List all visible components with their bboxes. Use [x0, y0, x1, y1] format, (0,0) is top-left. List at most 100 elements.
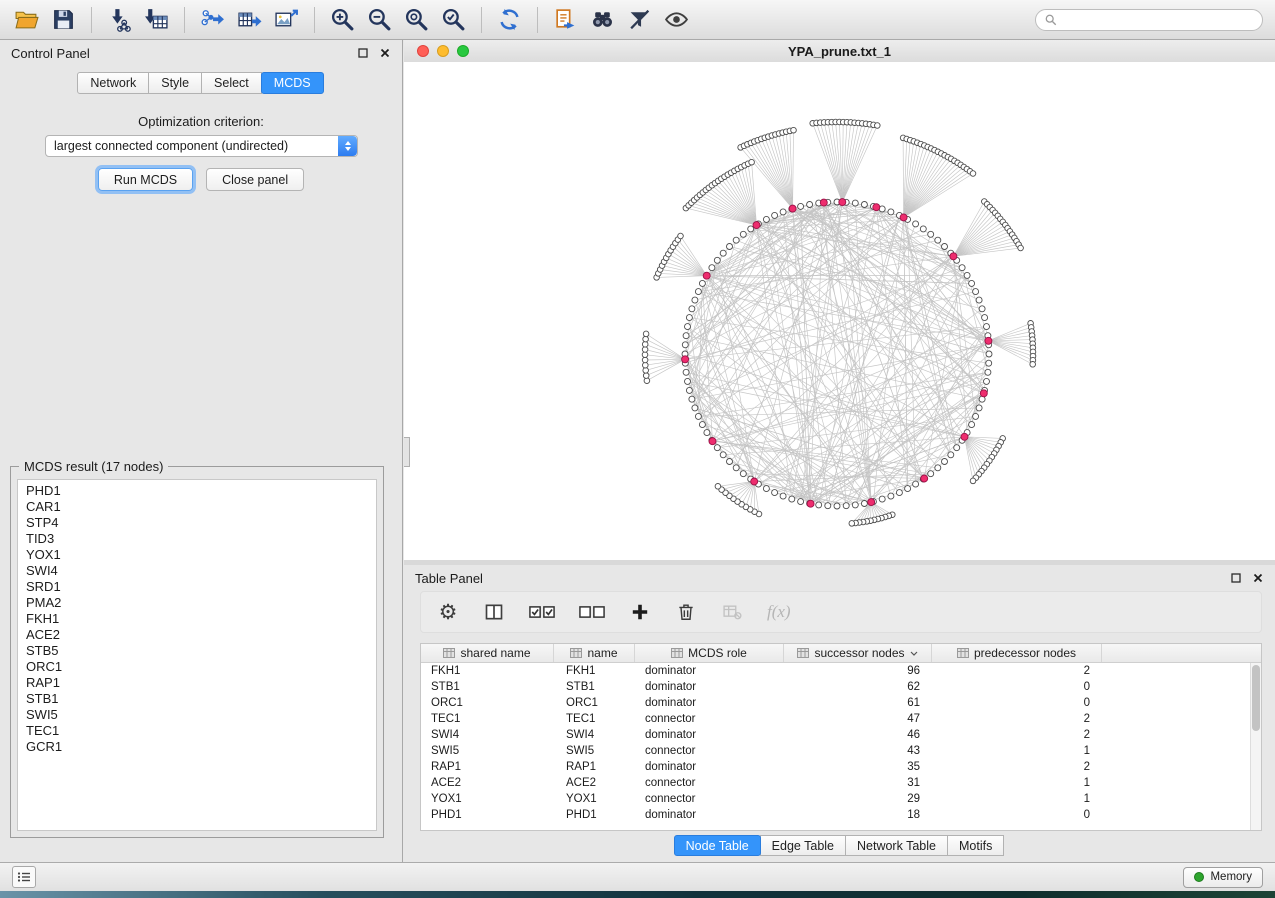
- network-node[interactable]: [643, 336, 649, 342]
- mcds-result-item[interactable]: SRD1: [18, 579, 376, 595]
- float-panel-icon[interactable]: [357, 47, 369, 59]
- criterion-dropdown[interactable]: largest connected component (undirected): [45, 135, 358, 157]
- network-node[interactable]: [643, 373, 649, 379]
- network-node[interactable]: [970, 171, 976, 177]
- table-tab-motifs[interactable]: Motifs: [947, 835, 1004, 856]
- mcds-result-item[interactable]: STB1: [18, 691, 376, 707]
- toolbar-toggle-details-button[interactable]: [621, 4, 658, 36]
- network-node[interactable]: [763, 216, 769, 222]
- dominator-node[interactable]: [751, 478, 758, 485]
- mcds-result-list[interactable]: PHD1CAR1STP4TID3YOX1SWI4SRD1PMA2FKH1ACE2…: [17, 479, 377, 831]
- network-node[interactable]: [913, 221, 919, 227]
- table-row[interactable]: SWI4SWI4dominator462: [421, 727, 1261, 743]
- mcds-result-item[interactable]: ACE2: [18, 627, 376, 643]
- network-node[interactable]: [685, 378, 691, 384]
- toolbar-zoom-in-button[interactable]: [324, 4, 361, 36]
- network-node[interactable]: [913, 481, 919, 487]
- network-node[interactable]: [973, 413, 979, 419]
- table-scrollbar[interactable]: [1250, 663, 1261, 830]
- network-node[interactable]: [695, 289, 701, 295]
- network-node[interactable]: [982, 315, 988, 321]
- network-node[interactable]: [935, 465, 941, 471]
- network-node[interactable]: [969, 422, 975, 428]
- network-node[interactable]: [772, 212, 778, 218]
- network-node[interactable]: [686, 315, 692, 321]
- network-node[interactable]: [780, 209, 786, 215]
- close-panel-icon[interactable]: [379, 47, 391, 59]
- table-row[interactable]: STB1STB1dominator620: [421, 679, 1261, 695]
- network-node[interactable]: [642, 357, 648, 363]
- table-row[interactable]: RAP1RAP1dominator352: [421, 759, 1261, 775]
- toolbar-binoculars-button[interactable]: [584, 4, 621, 36]
- search-input[interactable]: [1063, 12, 1253, 28]
- column-header-successor-nodes[interactable]: successor nodes: [784, 644, 932, 662]
- network-node[interactable]: [964, 272, 970, 278]
- table-row[interactable]: TEC1TEC1connector472: [421, 711, 1261, 727]
- zoom-window-button[interactable]: [457, 45, 469, 57]
- dominator-node[interactable]: [789, 205, 796, 212]
- network-node[interactable]: [984, 378, 990, 384]
- dominator-node[interactable]: [980, 390, 987, 397]
- scrollbar-thumb[interactable]: [1252, 665, 1260, 731]
- table-tab-node-table[interactable]: Node Table: [674, 835, 761, 856]
- network-node[interactable]: [704, 430, 710, 436]
- network-canvas[interactable]: [404, 62, 1275, 560]
- network-node[interactable]: [692, 405, 698, 411]
- network-node[interactable]: [748, 226, 754, 232]
- network-node[interactable]: [780, 493, 786, 499]
- network-node[interactable]: [928, 471, 934, 477]
- mcds-result-item[interactable]: CAR1: [18, 499, 376, 515]
- dominator-node[interactable]: [921, 475, 928, 482]
- table-row[interactable]: ACE2ACE2connector311: [421, 775, 1261, 791]
- dominator-node[interactable]: [961, 433, 968, 440]
- column-header-name[interactable]: name: [554, 644, 635, 662]
- table-row[interactable]: YOX1YOX1connector291: [421, 791, 1261, 807]
- network-node[interactable]: [720, 250, 726, 256]
- network-node[interactable]: [984, 324, 990, 330]
- column-header-predecessor-nodes[interactable]: predecessor nodes: [932, 644, 1102, 662]
- network-node[interactable]: [772, 490, 778, 496]
- dominator-node[interactable]: [753, 222, 760, 229]
- tab-network[interactable]: Network: [77, 72, 149, 94]
- network-node[interactable]: [834, 503, 840, 509]
- toolbar-zoom-fit-button[interactable]: [398, 4, 435, 36]
- network-node[interactable]: [985, 369, 991, 375]
- network-node[interactable]: [643, 368, 649, 374]
- network-node[interactable]: [986, 351, 992, 357]
- table-deselect-all-button[interactable]: [579, 600, 605, 624]
- network-node[interactable]: [1018, 245, 1024, 251]
- mcds-result-item[interactable]: SWI4: [18, 563, 376, 579]
- network-svg[interactable]: [404, 62, 1275, 560]
- network-node[interactable]: [973, 289, 979, 295]
- network-node[interactable]: [727, 459, 733, 465]
- dominator-node[interactable]: [703, 272, 710, 279]
- mcds-result-item[interactable]: SWI5: [18, 707, 376, 723]
- toolbar-eye-button[interactable]: [658, 4, 695, 36]
- close-table-panel-icon[interactable]: [1252, 572, 1264, 584]
- dominator-node[interactable]: [868, 499, 875, 506]
- network-node[interactable]: [791, 127, 797, 133]
- network-node[interactable]: [905, 486, 911, 492]
- network-node[interactable]: [740, 471, 746, 477]
- toolbar-zoom-selected-button[interactable]: [435, 4, 472, 36]
- network-node[interactable]: [942, 459, 948, 465]
- table-row[interactable]: PHD1PHD1dominator180: [421, 807, 1261, 823]
- network-node[interactable]: [959, 265, 965, 271]
- network-node[interactable]: [979, 306, 985, 312]
- network-node[interactable]: [682, 342, 688, 348]
- toolbar-import-table-button[interactable]: [138, 4, 175, 36]
- column-menu-chevron-icon[interactable]: [910, 651, 918, 656]
- close-panel-button[interactable]: Close panel: [206, 168, 304, 191]
- dominator-node[interactable]: [950, 253, 957, 260]
- network-node[interactable]: [935, 237, 941, 243]
- network-node[interactable]: [825, 503, 831, 509]
- network-node[interactable]: [699, 280, 705, 286]
- table-add-button[interactable]: [629, 600, 651, 624]
- network-node[interactable]: [714, 445, 720, 451]
- network-node[interactable]: [970, 478, 976, 484]
- network-node[interactable]: [715, 484, 721, 490]
- dominator-node[interactable]: [709, 438, 716, 445]
- network-node[interactable]: [852, 502, 858, 508]
- toolbar-export-table-button[interactable]: [231, 4, 268, 36]
- network-node[interactable]: [789, 496, 795, 502]
